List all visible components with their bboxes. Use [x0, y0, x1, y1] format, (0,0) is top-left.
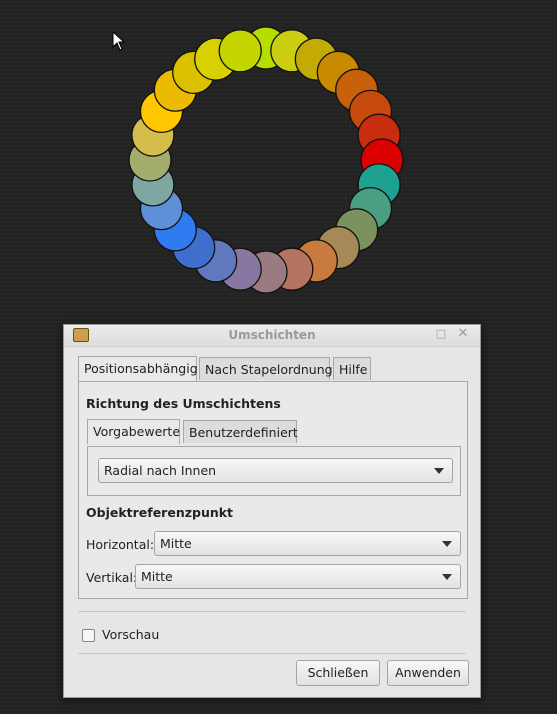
canvas-circle[interactable]: [218, 29, 262, 73]
chevron-down-icon: [442, 574, 452, 580]
close-button[interactable]: Schließen: [296, 660, 380, 686]
separator: [78, 611, 466, 612]
reference-section-heading: Objektreferenzpunkt: [86, 505, 234, 520]
direction-select-value: Radial nach Innen: [104, 463, 217, 478]
tab-vorgabewerte[interactable]: Vorgabewerte: [87, 419, 180, 444]
tab-positionsabhaengig[interactable]: Positionsabhängig: [78, 356, 198, 381]
preview-checkbox[interactable]: [82, 629, 95, 642]
inner-tab-panel: Radial nach Innen: [87, 446, 461, 496]
tab-benutzerdefiniert[interactable]: Benutzerdefiniert: [183, 420, 298, 443]
separator: [78, 653, 466, 654]
apply-button[interactable]: Anwenden: [387, 660, 469, 686]
direction-section-heading: Richtung des Umschichtens: [86, 396, 281, 411]
tab-stapelordnung[interactable]: Nach Stapelordnung: [199, 357, 333, 380]
arrange-dialog: Umschichten □ ✕ Positionsabhängig Nach S…: [63, 324, 481, 698]
vertical-select-value: Mitte: [141, 569, 173, 584]
preview-label[interactable]: Vorschau: [102, 627, 159, 642]
chevron-down-icon: [434, 468, 444, 474]
direction-select[interactable]: Radial nach Innen: [98, 458, 453, 483]
chevron-down-icon: [442, 541, 452, 547]
mouse-pointer-icon: [112, 31, 126, 51]
dialog-title: Umschichten: [228, 328, 316, 342]
tab-panel-positionsabhaengig: Richtung des Umschichtens Vorgabewerte B…: [78, 381, 468, 599]
horizontal-select[interactable]: Mitte: [154, 531, 461, 556]
vertical-label: Vertikal:: [86, 570, 138, 585]
drawing-canvas[interactable]: [0, 0, 557, 320]
horizontal-select-value: Mitte: [160, 536, 192, 551]
maximize-icon[interactable]: □: [434, 327, 448, 341]
horizontal-label: Horizontal:: [86, 537, 155, 552]
close-icon[interactable]: ✕: [456, 327, 470, 341]
dialog-titlebar[interactable]: Umschichten □ ✕: [64, 325, 480, 347]
tab-hilfe[interactable]: Hilfe: [333, 357, 371, 380]
vertical-select[interactable]: Mitte: [135, 564, 461, 589]
